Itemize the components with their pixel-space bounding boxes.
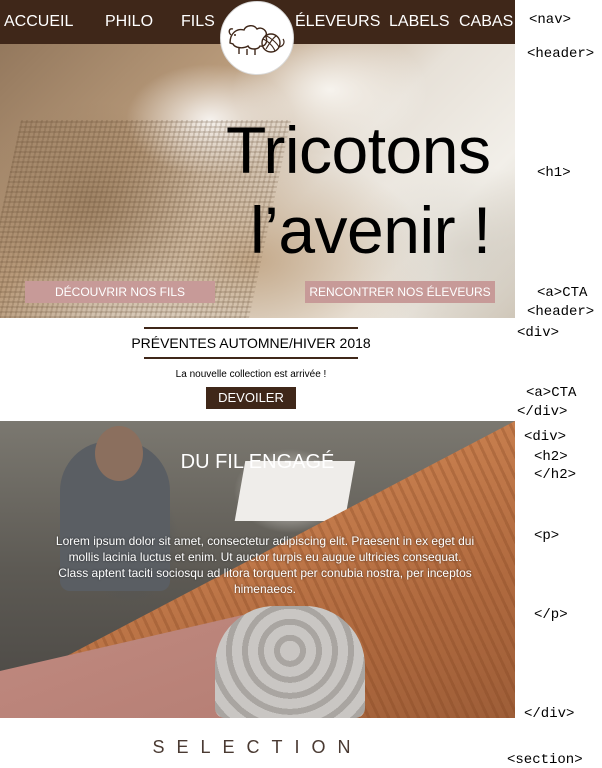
nav-item-fils[interactable]: FILS (181, 13, 215, 31)
selection-title: SELECTION (152, 737, 363, 757)
annotation-h1: <h1> (537, 165, 571, 181)
nav-item-eleveurs[interactable]: ÉLEVEURS (295, 13, 380, 31)
divider-top (144, 327, 358, 329)
annotation-cta2: <a>CTA (526, 385, 577, 401)
nav-item-cabas[interactable]: CABAS (459, 13, 513, 31)
engaged-paragraph: Lorem ipsum dolor sit amet, consectetur … (55, 534, 475, 596)
reveal-button[interactable]: DEVOILER (206, 387, 296, 409)
annotation-p-open: <p> (534, 528, 560, 544)
annotation-h2-open: <h2> (534, 449, 568, 465)
annotation-div1-open: <div> (517, 325, 560, 341)
grey-chunky-skein (215, 606, 365, 718)
engaged-yarn-section: DU FIL ENGAGÉ Lorem ipsum dolor sit amet… (0, 421, 515, 718)
annotation-cta1: <a>CTA (537, 285, 588, 301)
nav-item-philo[interactable]: PHILO (105, 13, 153, 31)
hero-headline-line2: l’avenir ! (250, 193, 491, 267)
nav-item-labels[interactable]: LABELS (389, 13, 449, 31)
engaged-title: DU FIL ENGAGÉ (180, 451, 335, 473)
sheep-yarn-logo-icon[interactable] (220, 1, 294, 75)
divider-bottom (144, 357, 358, 359)
annotation-div1-close: </div> (517, 404, 568, 420)
nav-item-accueil[interactable]: ACCUEIL (4, 13, 73, 31)
annotation-section: <section> (507, 752, 583, 768)
annotation-header-open: <header> (527, 46, 595, 62)
annotation-nav: <nav> (529, 12, 572, 28)
annotation-p-close: </p> (534, 607, 568, 623)
annotation-div2-close: </div> (524, 706, 575, 722)
preorder-text: La nouvelle collection est arrivée ! (175, 369, 327, 380)
annotation-header-close: <header> (527, 304, 595, 320)
annotation-h2-close: </h2> (534, 467, 577, 483)
meet-breeders-button[interactable]: RENCONTRER NOS ÉLEVEURS (305, 281, 495, 303)
annotation-div2-open: <div> (524, 429, 567, 445)
preorder-title: PRÉVENTES AUTOMNE/HIVER 2018 (131, 335, 371, 351)
discover-yarns-button[interactable]: DÉCOUVRIR NOS FILS (25, 281, 215, 303)
hero-headline-line1: Tricotons (226, 113, 491, 187)
